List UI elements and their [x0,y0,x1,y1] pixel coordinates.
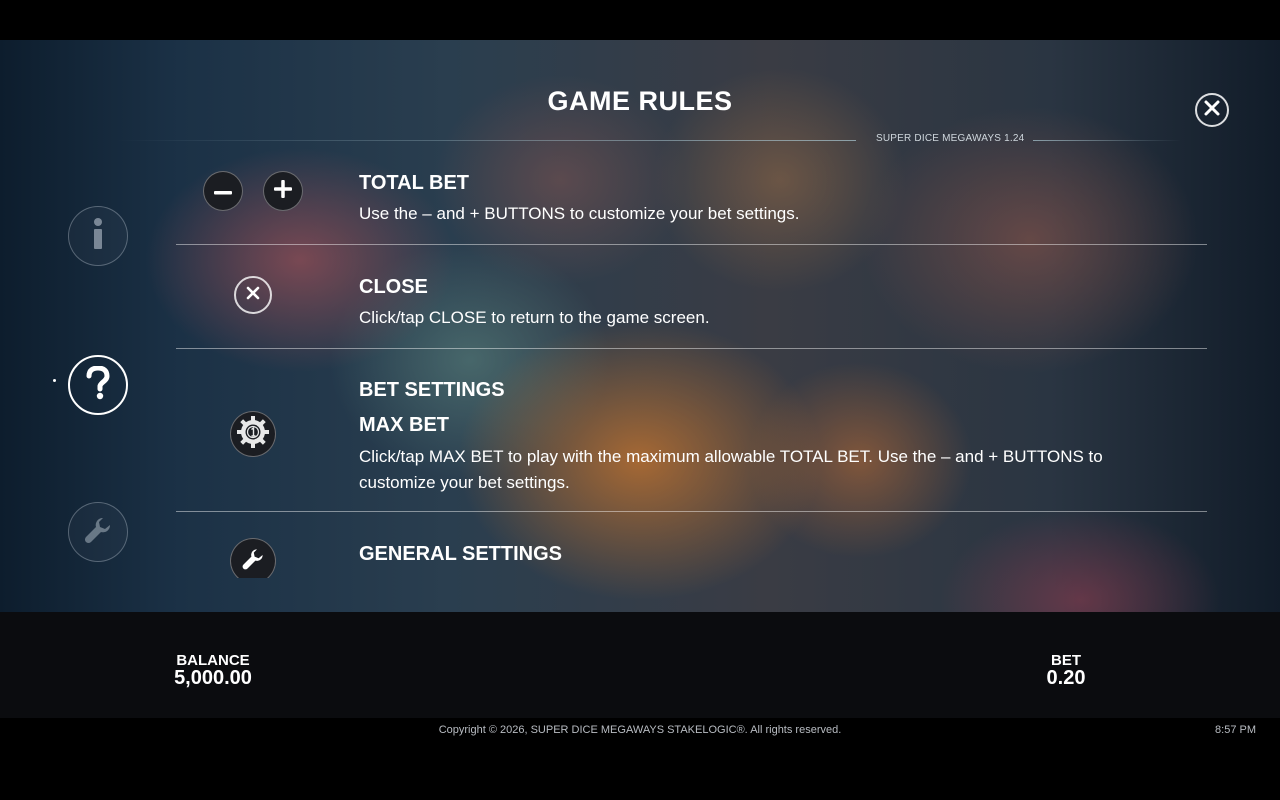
copyright-text: Copyright © 2026, SUPER DICE MEGAWAYS ST… [438,724,842,736]
bet-settings-button-illustration [230,411,276,457]
close-button[interactable] [1195,93,1229,127]
section-divider [176,348,1207,349]
page-title: GAME RULES [547,86,733,116]
close-text: Click/tap CLOSE to return to the game sc… [359,308,710,327]
section-divider [176,244,1207,245]
max-bet-text: Click/tap MAX BET to play with the maxim… [359,447,1103,492]
wrench-icon [83,515,113,550]
general-settings-button-illustration [230,538,276,578]
sidebar-item-help[interactable] [68,355,128,415]
total-bet-title: TOTAL BET [359,172,469,194]
close-icon [246,286,260,305]
sidebar-item-settings[interactable] [68,502,128,562]
general-settings-title: GENERAL SETTINGS [359,543,562,565]
chip-gear-icon [236,415,270,454]
close-icon [1203,97,1221,123]
total-bet-text: Use the – and + BUTTONS to customize you… [359,204,800,223]
clock: 8:57 PM [1215,724,1256,736]
bet-value: 0.20 [1046,667,1086,689]
help-icon [85,364,111,405]
max-bet-title: MAX BET [359,414,449,436]
close-button-illustration [234,276,272,314]
bet-display: BET 0.20 [1026,652,1106,690]
plus-icon [274,179,292,203]
wrench-icon [241,547,265,576]
balance-value: 5,000.00 [174,667,252,689]
active-indicator-dot [53,379,56,382]
balance-display: BALANCE 5,000.00 [163,652,263,690]
minus-button-illustration [203,171,243,211]
close-title: CLOSE [359,276,428,298]
title-divider-right [1033,140,1181,141]
minus-icon [214,182,232,200]
info-icon [90,217,106,256]
sidebar-item-info[interactable] [68,206,128,266]
section-divider [176,511,1207,512]
title-divider-left [116,140,856,141]
bet-settings-title: BET SETTINGS [359,379,505,401]
general-settings-icon-clip [228,536,278,578]
plus-button-illustration [263,171,303,211]
game-version-label: SUPER DICE MEGAWAYS 1.24 [876,133,1025,144]
